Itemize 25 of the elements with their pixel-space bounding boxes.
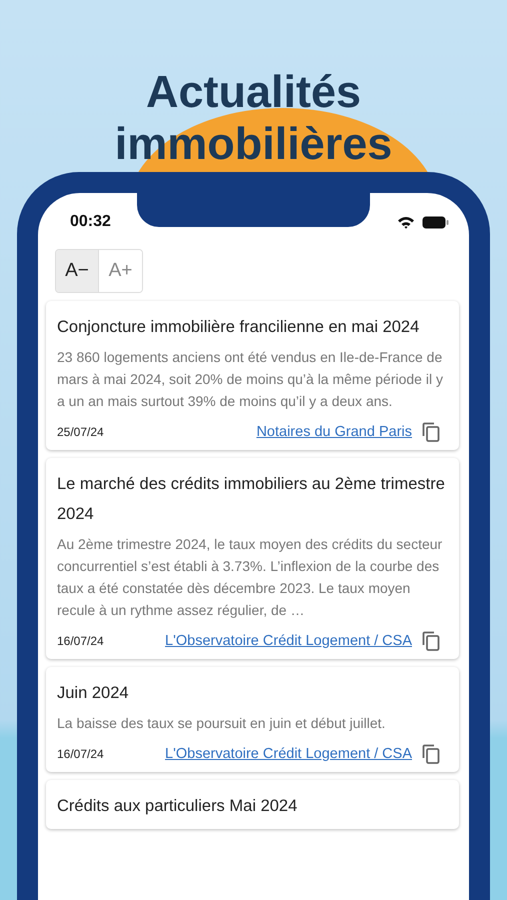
article-title: Crédits aux particuliers Mai 2024: [57, 796, 298, 817]
article-card[interactable]: Juin 2024 La baisse des taux se poursuit en juin et début juillet. 16/07/24 L'Observatoire Crédit Logement / CSA: [46, 667, 459, 772]
battery-icon: [422, 216, 449, 228]
headline: Actualités: [144, 66, 362, 118]
source-link[interactable]: Notaires du Grand Paris: [256, 424, 412, 440]
copy-icon[interactable]: [422, 631, 440, 651]
copy-icon[interactable]: [422, 422, 440, 442]
font-size-button[interactable]: A−: [56, 250, 99, 292]
article-card[interactable]: [46, 301, 459, 450]
article-summary: La baisse des taux se poursuit en juin et début juillet.: [57, 714, 386, 733]
copy-icon[interactable]: [422, 744, 440, 764]
source-link[interactable]: L'Observatoire Crédit Logement / CSA: [165, 633, 412, 649]
status-time: 00:32: [70, 213, 111, 231]
article-date: 25/07/24: [57, 425, 104, 439]
article-date: 16/07/24: [57, 747, 104, 761]
article-date: 16/07/24: [57, 634, 104, 648]
article-summary: Au 2ème trimestre 2024, le taux moyen des crédits du secteur concurrentiel s’est établi à 3.73%. L’inflexion de la courbe des taux a été constatée dès décembre 2023. Le taux moyen recule à un rythme assez régulier, de …: [57, 535, 444, 620]
article-title: Le marché des crédits immobiliers au 2ème trimestre 2024: [57, 474, 446, 525]
article-summary: 23 860 logements anciens ont été vendus en Ile-de-France de mars à mai 2024, soit 20% de moins qu’à la même période il y a un an mais surtout 39% de moins qu’il y a deux ans.: [57, 348, 444, 411]
article-title: Juin 2024: [57, 683, 130, 704]
article-title: Conjoncture immobilière francilienne en mai 2024: [57, 317, 420, 338]
source-link[interactable]: L'Observatoire Crédit Logement / CSA: [165, 746, 412, 762]
article-card[interactable]: Crédits aux particuliers Mai 2024: [46, 780, 459, 829]
wifi-icon: [397, 216, 415, 228]
article-card[interactable]: [46, 458, 459, 659]
